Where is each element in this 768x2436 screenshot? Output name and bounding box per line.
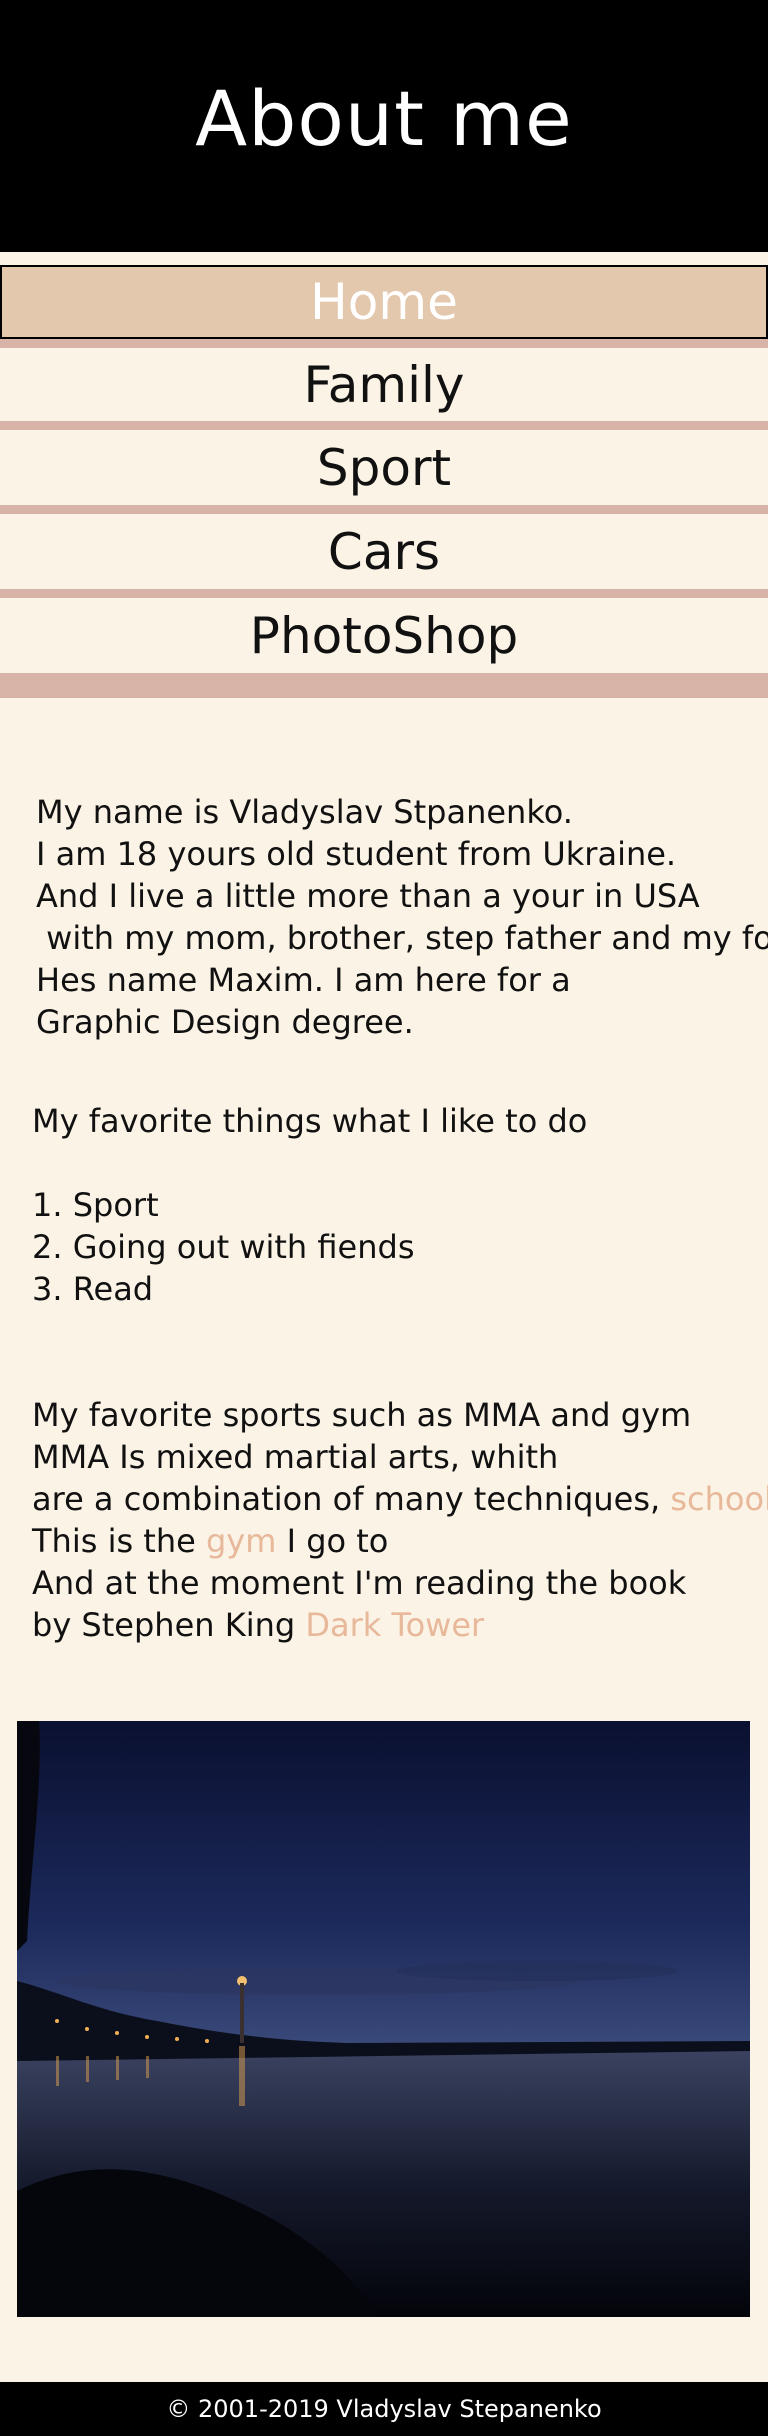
sports-line-text: are a combination of many techniques, bbox=[32, 1480, 671, 1518]
nav-cars[interactable]: Cars bbox=[0, 514, 768, 589]
nav-separator bbox=[0, 589, 768, 598]
sports-line-text: This is the bbox=[32, 1522, 206, 1560]
nav-photoshop[interactable]: PhotoShop bbox=[0, 598, 768, 673]
lake-photo bbox=[17, 1721, 750, 2317]
favorites-heading: My favorite things what I like to do bbox=[32, 1102, 588, 1140]
header-gap bbox=[0, 252, 768, 264]
sports-line-text: by Stephen King bbox=[32, 1606, 306, 1644]
nav-separator bbox=[0, 421, 768, 430]
copyright-text: © 2001-2019 Vladyslav Stepanenko bbox=[166, 2395, 602, 2423]
page-header: About me bbox=[0, 0, 768, 252]
sports-line: MMA Is mixed martial arts, whith bbox=[32, 1438, 559, 1476]
page-footer: © 2001-2019 Vladyslav Stepanenko bbox=[0, 2382, 768, 2436]
intro-line: My name is Vladyslav Stpanenko. bbox=[36, 793, 573, 831]
nav-family[interactable]: Family bbox=[0, 348, 768, 421]
nav-home-label: Home bbox=[310, 273, 458, 331]
intro-line: I am 18 yours old student from Ukraine. bbox=[36, 835, 677, 873]
nav-bottom-bar bbox=[0, 673, 768, 698]
intro-line: Hes name Maxim. I am here for a bbox=[36, 961, 571, 999]
favorites-item: 1. Sport bbox=[32, 1186, 159, 1224]
schools-link[interactable]: schools and bbox=[670, 1480, 768, 1518]
sports-line: My favorite sports such as MMA and gym bbox=[32, 1396, 692, 1434]
nav-family-label: Family bbox=[303, 355, 465, 414]
dark-tower-link[interactable]: Dark Tower bbox=[305, 1606, 484, 1644]
sports-line: This is the gym I go to bbox=[32, 1520, 388, 1562]
nav-separator bbox=[0, 339, 768, 348]
gym-link[interactable]: gym bbox=[206, 1522, 276, 1560]
nav-separator bbox=[0, 505, 768, 514]
intro-line: Graphic Design degree. bbox=[36, 1003, 414, 1041]
page-title: About me bbox=[195, 73, 573, 163]
nav-photoshop-label: PhotoShop bbox=[249, 606, 519, 665]
sports-line-text: I go to bbox=[276, 1522, 389, 1560]
sports-line: by Stephen King Dark Tower bbox=[32, 1604, 484, 1646]
favorites-item: 3. Read bbox=[32, 1270, 154, 1308]
sports-line: And at the moment I'm reading the book bbox=[32, 1564, 687, 1602]
nav-sport[interactable]: Sport bbox=[0, 430, 768, 505]
intro-line: with my mom, brother, step father and my… bbox=[36, 919, 768, 957]
nav-home[interactable]: Home bbox=[0, 265, 768, 339]
intro-line: And I live a little more than a your in … bbox=[36, 877, 700, 915]
sports-line: are a combination of many techniques, sc… bbox=[32, 1478, 768, 1520]
favorites-item: 2. Going out with fiends bbox=[32, 1228, 415, 1266]
night-lake-image bbox=[17, 1721, 750, 2317]
nav-sport-label: Sport bbox=[316, 438, 452, 497]
nav-cars-label: Cars bbox=[327, 522, 441, 581]
